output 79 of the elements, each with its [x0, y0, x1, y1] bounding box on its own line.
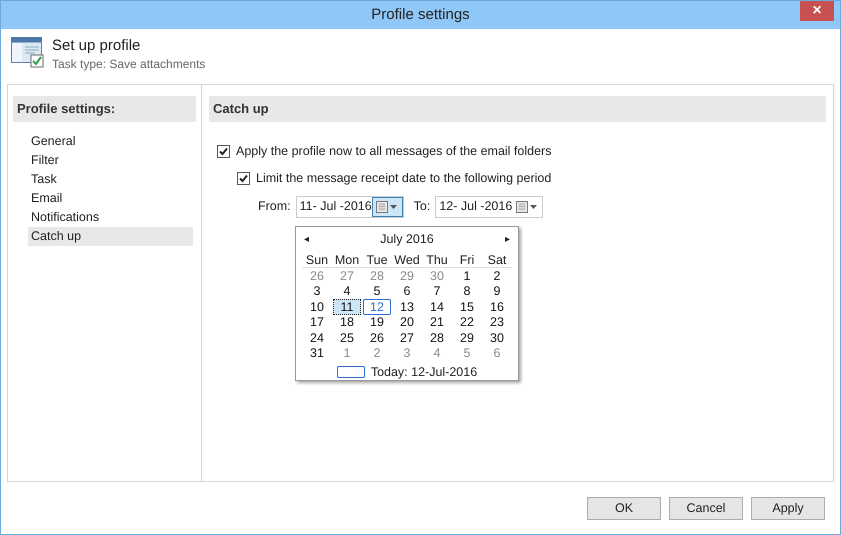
calendar-day[interactable]: 22 — [453, 314, 481, 330]
checkbox[interactable] — [217, 144, 230, 158]
option-label: Apply the profile now to all messages of the email folders — [236, 143, 552, 160]
calendar-dropdown-icon[interactable] — [372, 196, 403, 216]
to-label: To: — [414, 198, 430, 216]
calendar-day[interactable]: 26 — [363, 330, 391, 346]
next-month-button[interactable]: ▸ — [502, 232, 512, 247]
calendar-day[interactable]: 3 — [303, 283, 331, 300]
previous-month-button[interactable]: ◂ — [302, 232, 311, 247]
calendar-day[interactable]: 6 — [393, 283, 421, 300]
calendar-day[interactable]: 17 — [303, 314, 331, 330]
calendar-day[interactable]: 25 — [333, 330, 361, 346]
profile-window-icon — [11, 37, 44, 68]
today-link[interactable]: Today: 12-Jul-2016 — [370, 363, 478, 382]
calendar-day[interactable]: 27 — [333, 268, 361, 284]
calendar-day[interactable]: 29 — [393, 268, 421, 284]
sidebar-item[interactable]: Catch up — [28, 227, 193, 246]
checkbox[interactable] — [237, 172, 250, 185]
calendar-day[interactable]: 23 — [483, 314, 511, 330]
calendar-day[interactable]: 28 — [363, 268, 391, 284]
calendar-day[interactable]: 20 — [393, 314, 421, 330]
calendar-day[interactable]: 24 — [303, 330, 331, 346]
option-label: Limit the message receipt date to the following period — [256, 170, 552, 187]
close-button[interactable]: × — [800, 1, 834, 21]
sidebar-item[interactable]: Notifications — [28, 208, 193, 227]
calendar-day[interactable]: 11 — [333, 298, 361, 315]
dialog-button[interactable]: OK — [587, 497, 661, 520]
calendar-day[interactable]: 5 — [453, 345, 481, 362]
sidebar-item[interactable]: Task — [28, 170, 193, 189]
to-date-field[interactable]: 12- Jul -2016 — [435, 196, 544, 218]
calendar-day[interactable]: 8 — [453, 283, 481, 300]
calendar-day[interactable]: 5 — [363, 283, 391, 300]
calendar-day[interactable]: 6 — [483, 345, 511, 362]
calendar-day[interactable]: 4 — [423, 345, 451, 362]
weekday-label: Mon — [334, 252, 360, 269]
today-marker-icon — [336, 366, 365, 378]
calendar-day[interactable]: 29 — [453, 330, 481, 346]
header-title: Set up profile — [52, 37, 142, 55]
weekday-label: Wed — [393, 252, 421, 269]
dialog-button[interactable]: Apply — [751, 497, 825, 520]
calendar-day[interactable]: 10 — [303, 298, 331, 315]
weekday-label: Fri — [458, 252, 476, 269]
from-label: From: — [258, 198, 291, 216]
weekday-label: Sun — [304, 252, 330, 269]
window-title: Profile settings — [371, 4, 470, 25]
calendar-day[interactable]: 30 — [423, 268, 451, 284]
dialog-button[interactable]: Cancel — [669, 497, 743, 520]
calendar-day[interactable]: 1 — [453, 268, 481, 284]
weekday-label: Tue — [365, 252, 389, 269]
sidebar-item[interactable]: Filter — [28, 151, 193, 170]
calendar-day[interactable]: 21 — [423, 314, 451, 330]
calendar-day[interactable]: 12 — [363, 298, 391, 315]
calendar-day[interactable]: 4 — [333, 283, 361, 300]
calendar-day[interactable]: 14 — [423, 298, 451, 315]
calendar-day[interactable]: 7 — [423, 283, 451, 300]
sidebar-header: Profile settings: — [13, 96, 196, 122]
calendar-day[interactable]: 30 — [483, 330, 511, 346]
month-title: July 2016 — [380, 231, 434, 248]
calendar-day[interactable]: 31 — [303, 345, 331, 362]
calendar-day[interactable]: 13 — [393, 298, 421, 315]
sidebar-item[interactable]: Email — [28, 189, 193, 208]
calendar-day[interactable]: 2 — [363, 345, 391, 362]
calendar-day[interactable]: 26 — [303, 268, 331, 284]
calendar-day[interactable]: 28 — [423, 330, 451, 346]
calendar-day[interactable]: 2 — [483, 268, 511, 284]
calendar-day[interactable]: 18 — [333, 314, 361, 330]
calendar-day[interactable]: 27 — [393, 330, 421, 346]
calendar-day[interactable]: 3 — [393, 345, 421, 362]
calendar-day[interactable]: 9 — [483, 283, 511, 300]
calendar-day[interactable]: 16 — [483, 298, 511, 315]
calendar-day[interactable]: 1 — [333, 345, 361, 362]
sidebar-item[interactable]: General — [28, 132, 193, 151]
calendar-day[interactable]: 15 — [453, 298, 481, 315]
calendar-day[interactable]: 19 — [363, 314, 391, 330]
weekday-label: Sat — [486, 252, 508, 269]
task-type-text: Task type: Save attachments — [52, 56, 206, 73]
weekday-label: Thu — [425, 252, 449, 269]
from-date-field[interactable]: 11- Jul -2016 — [296, 196, 404, 218]
section-header: Catch up — [209, 96, 826, 122]
